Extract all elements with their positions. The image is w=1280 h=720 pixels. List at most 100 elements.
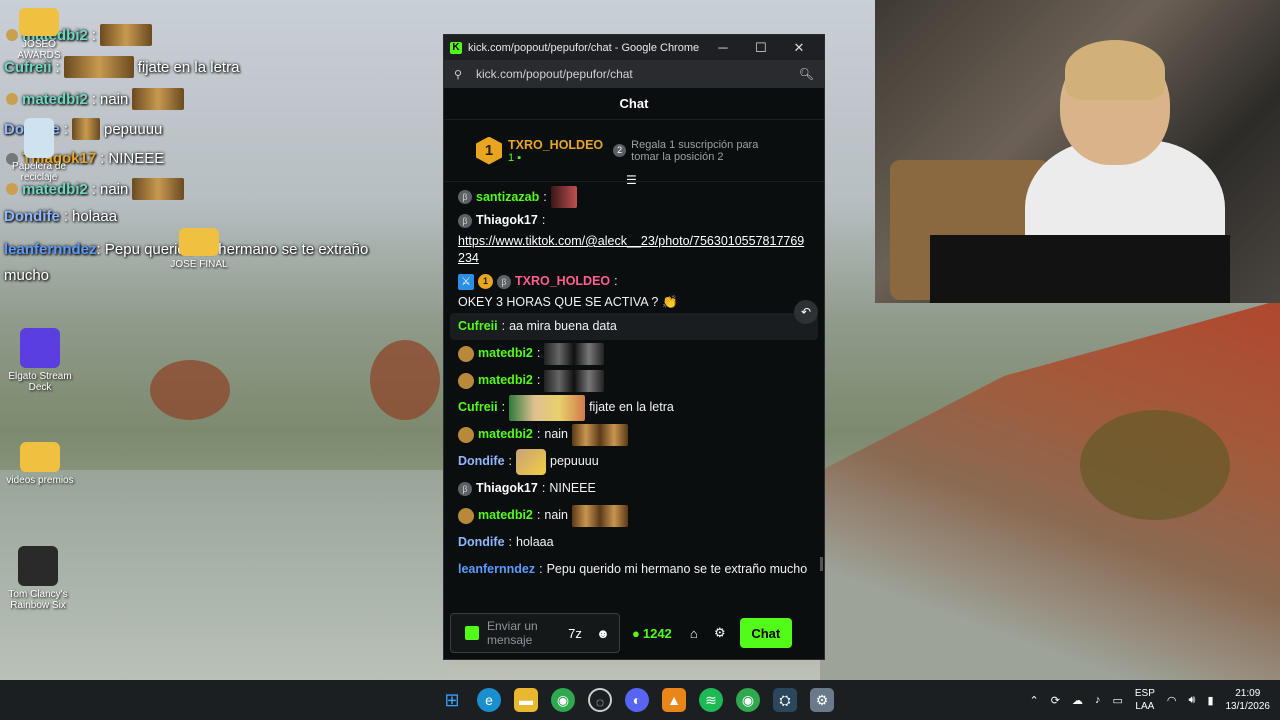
- maximize-button[interactable]: ☐: [742, 40, 780, 56]
- chat-message[interactable]: matedbi2: nain: [458, 502, 810, 529]
- app-circle-icon[interactable]: ◌: [588, 688, 612, 712]
- message-username[interactable]: Dondife: [458, 453, 505, 470]
- overlay-text: pepuuuu: [104, 120, 163, 138]
- window-titlebar[interactable]: K kick.com/popout/pepufor/chat - Google …: [444, 35, 824, 60]
- message-username[interactable]: santizazab: [476, 189, 539, 206]
- overlay-line: matedbi2: nain: [6, 88, 185, 110]
- desktop-icon-elgato-stream-deck[interactable]: Elgato Stream Deck: [3, 328, 77, 393]
- overlay-text: holaaa: [72, 208, 118, 225]
- store-icon[interactable]: ⌂: [684, 626, 704, 641]
- scrollbar[interactable]: [820, 557, 823, 571]
- close-button[interactable]: ✕: [780, 40, 818, 56]
- url-text[interactable]: kick.com/popout/pepufor/chat: [476, 67, 799, 81]
- message-link[interactable]: https://www.tiktok.com/@aleck__23/photo/…: [458, 233, 810, 267]
- chat-message[interactable]: matedbi2:: [458, 367, 810, 394]
- overlay-user: matedbi2: [22, 180, 88, 198]
- volume-icon[interactable]: 🔊︎: [1189, 694, 1196, 707]
- chat-messages[interactable]: β santizazab: β Thiagok17: https://www.t…: [444, 182, 824, 577]
- leaderboard-username: TXRO_HOLDEO: [508, 137, 604, 152]
- wifi-icon[interactable]: ◠: [1167, 694, 1177, 707]
- kick-emote-icon[interactable]: 7z: [565, 626, 585, 641]
- channel-points[interactable]: ● 1242: [632, 626, 672, 641]
- desktop-icon-label: JOSE FINAL: [170, 259, 228, 270]
- chat-message[interactable]: Cufreii: aa mira buena data: [450, 313, 818, 340]
- webcam-person-hair: [1065, 40, 1165, 100]
- desktop-icon-videos-premios[interactable]: videos premios: [3, 442, 77, 486]
- clock[interactable]: 21:09 13/1/2026: [1226, 687, 1271, 713]
- steam-icon[interactable]: ⛭: [773, 688, 797, 712]
- emote-icon: [509, 394, 586, 421]
- send-chat-button[interactable]: Chat: [739, 618, 792, 648]
- message-username[interactable]: Dondife: [458, 534, 505, 551]
- emoji-icon[interactable]: ☻: [593, 626, 613, 641]
- message-username[interactable]: matedbi2: [478, 345, 533, 362]
- address-bar[interactable]: ⚲ kick.com/popout/pepufor/chat 🔍︎: [444, 60, 824, 88]
- badge-icon: [458, 507, 474, 524]
- settings-icon[interactable]: ⚙: [810, 688, 834, 712]
- fl-studio-icon[interactable]: ▲: [662, 688, 686, 712]
- chat-message[interactable]: β santizazab:: [458, 186, 810, 208]
- chat-message[interactable]: β Thiagok17: https://www.tiktok.com/@ale…: [458, 208, 810, 271]
- gift-icon: ▪: [517, 151, 522, 164]
- chrome-icon[interactable]: ◉: [736, 688, 760, 712]
- cloud-icon[interactable]: ☁: [1072, 694, 1083, 707]
- message-username[interactable]: Thiagok17: [476, 480, 538, 497]
- leaderboard-gift-count: 1 ▪: [508, 152, 603, 164]
- zoom-icon[interactable]: 🔍︎: [799, 67, 814, 81]
- gear-icon[interactable]: ⚙: [710, 625, 730, 641]
- message-text: aa mira buena data: [509, 319, 617, 333]
- gift-icon[interactable]: [465, 626, 479, 640]
- recycle-bin-icon: [24, 118, 54, 158]
- display-icon[interactable]: ▭: [1112, 694, 1122, 707]
- message-username[interactable]: leanfernndez: [458, 561, 535, 577]
- overlay-line: Dondife: holaaa: [4, 208, 118, 225]
- message-input-placeholder[interactable]: Enviar un mensaje: [487, 619, 557, 647]
- sync-icon[interactable]: ⟳: [1051, 694, 1060, 707]
- leaderboard-top-user[interactable]: TXRO_HOLDEO 1 ▪: [508, 138, 603, 164]
- desktop-icon-label: videos premios: [6, 475, 74, 486]
- message-username[interactable]: matedbi2: [478, 372, 533, 389]
- message-text: nain: [544, 508, 569, 522]
- chat-message[interactable]: matedbi2: nain: [458, 421, 810, 448]
- discord-icon[interactable]: ◐: [625, 688, 649, 712]
- chat-message[interactable]: Cufreii: fijate en la letra: [458, 394, 810, 421]
- window-title: kick.com/popout/pepufor/chat - Google Ch…: [468, 41, 700, 54]
- overlay-text: fijate en la letra: [137, 58, 240, 76]
- desktop-icon-recycle-bin[interactable]: Papelera de reciclaje: [2, 118, 76, 183]
- badge-icon: [458, 345, 474, 362]
- message-username[interactable]: Cufreii: [458, 318, 498, 335]
- message-input[interactable]: Enviar un mensaje 7z ☻: [450, 613, 620, 653]
- message-username[interactable]: Thiagok17: [476, 212, 538, 229]
- chat-message[interactable]: leanfernndez: Pepu querido mi hermano se…: [458, 556, 810, 577]
- message-username[interactable]: Cufreii: [458, 399, 498, 416]
- desktop-icon-joseo-awards[interactable]: JOSEO AWARDS: [2, 8, 76, 61]
- badge-icon: [6, 183, 18, 195]
- message-username[interactable]: matedbi2: [478, 426, 533, 443]
- battery-icon[interactable]: ▮: [1207, 694, 1213, 707]
- chat-message[interactable]: ⚔ 1 β TXRO_HOLDEO: OKEY 3 HORAS QUE SE A…: [458, 271, 810, 313]
- message-username[interactable]: TXRO_HOLDEO: [515, 273, 610, 290]
- windows-start-icon[interactable]: ⊞: [440, 688, 464, 712]
- spotify-icon[interactable]: ≋: [699, 688, 723, 712]
- gift-count-value: 1: [508, 151, 515, 164]
- chat-message[interactable]: β Thiagok17: NINEEE: [458, 475, 810, 502]
- chrome-icon[interactable]: ◉: [551, 688, 575, 712]
- site-info-icon[interactable]: ⚲: [454, 68, 468, 81]
- microphone-icon[interactable]: ♪: [1095, 694, 1101, 706]
- chat-message[interactable]: Dondife: pepuuuu: [458, 448, 810, 475]
- reply-icon[interactable]: ↶: [794, 300, 818, 324]
- chat-message[interactable]: matedbi2:: [458, 340, 810, 367]
- desktop-icon-label: Tom Clancy's Rainbow Six: [8, 589, 68, 611]
- desktop-icon-jose-final[interactable]: JOSE FINAL: [162, 228, 236, 270]
- file-explorer-icon[interactable]: ▬: [514, 688, 538, 712]
- desktop-icon-rainbow-six[interactable]: Tom Clancy's Rainbow Six: [1, 546, 75, 611]
- webcam-monitor: [930, 235, 1230, 303]
- language-indicator[interactable]: ESP LAA: [1135, 687, 1155, 713]
- chat-message[interactable]: Dondife: holaaa: [458, 529, 810, 556]
- edge-icon[interactable]: e: [477, 688, 501, 712]
- message-username[interactable]: matedbi2: [478, 507, 533, 524]
- chevron-up-icon[interactable]: ⌃: [1030, 694, 1039, 707]
- badge-icon: β: [458, 213, 472, 228]
- message-text: pepuuuu: [550, 454, 599, 468]
- minimize-button[interactable]: ─: [704, 40, 742, 55]
